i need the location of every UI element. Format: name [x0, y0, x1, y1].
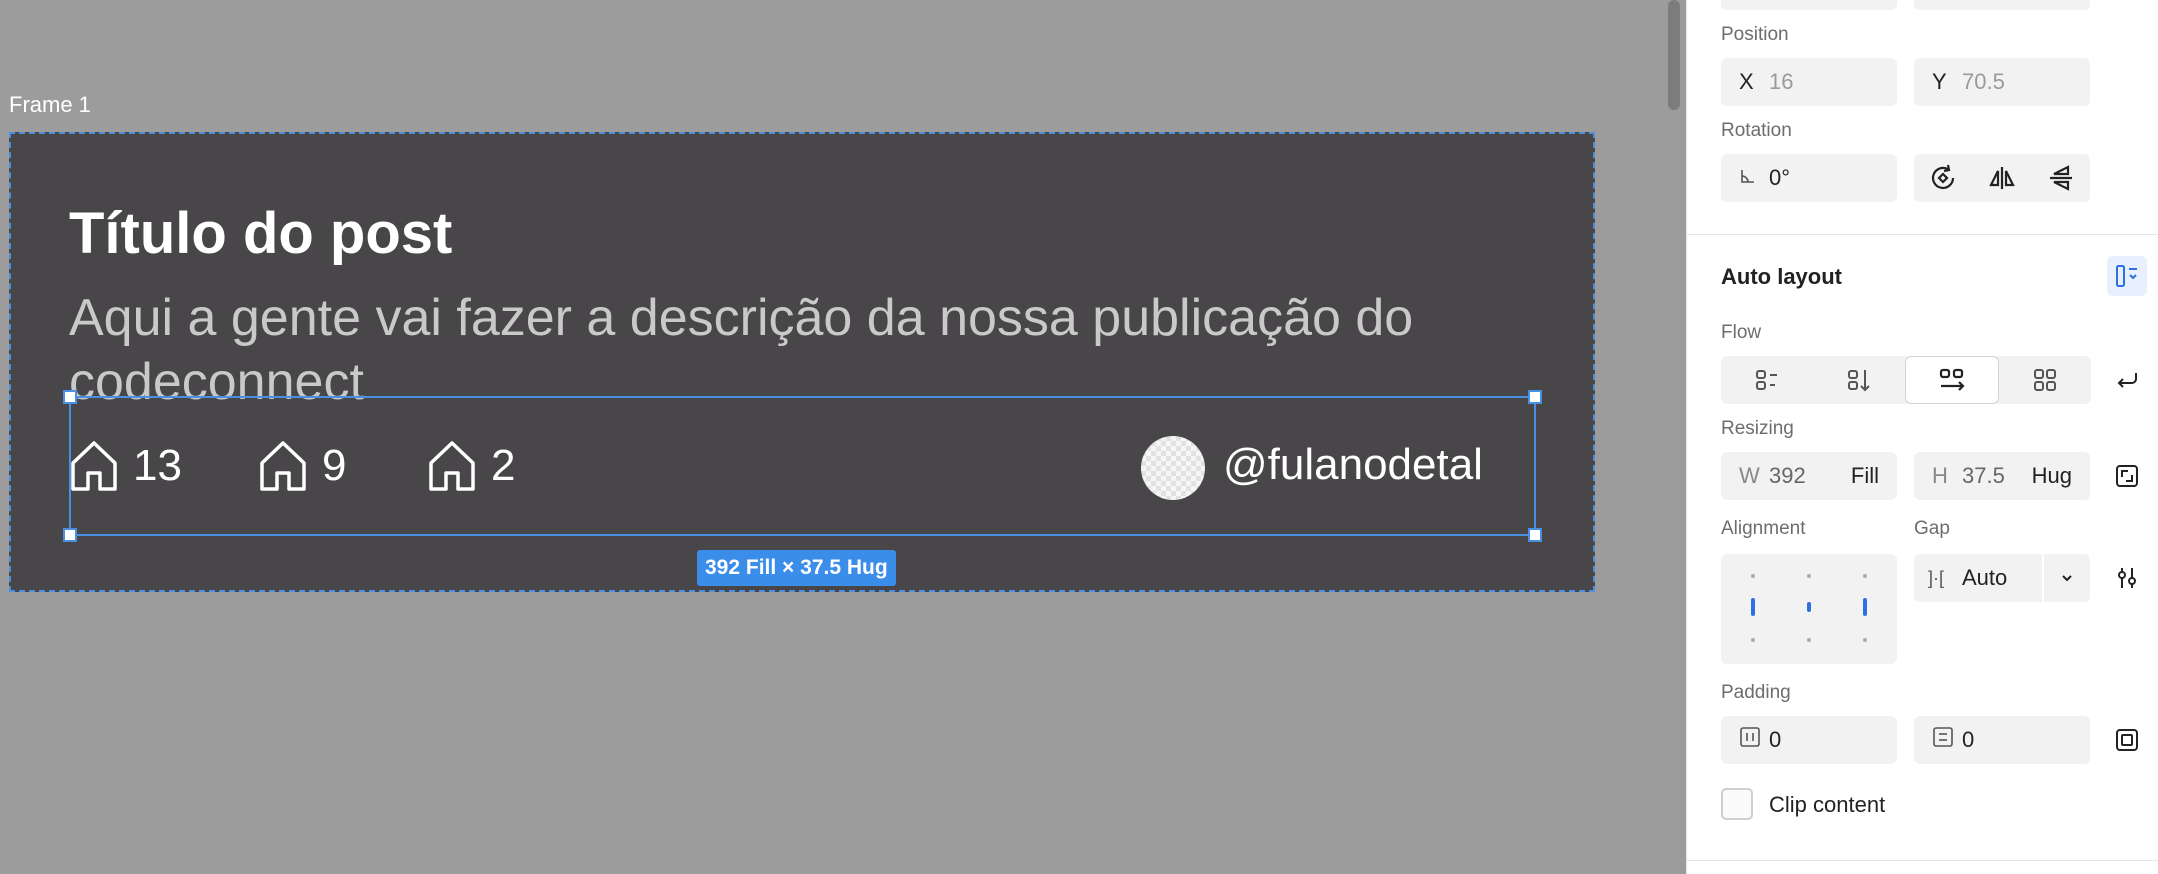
- align-dot[interactable]: [1751, 574, 1755, 578]
- gap-field[interactable]: ]·[ Auto: [1914, 554, 2090, 602]
- align-dot[interactable]: [1807, 574, 1811, 578]
- y-value: 70.5: [1962, 69, 2005, 94]
- align-dot[interactable]: [1863, 638, 1867, 642]
- wrap-arrow-icon: [2117, 373, 2137, 388]
- corner-resize-icon: [2116, 465, 2138, 487]
- gap-value: Auto: [1962, 565, 2008, 590]
- gap-icon: ]·[: [1928, 567, 1944, 588]
- width-value: 392: [1769, 463, 1806, 488]
- align-bar[interactable]: [1863, 598, 1867, 616]
- resize-handle-top-left[interactable]: [63, 390, 77, 404]
- section-divider: [1687, 860, 2158, 861]
- post-title[interactable]: Título do post: [69, 200, 452, 267]
- height-prefix: H: [1932, 463, 1948, 488]
- sliders-icon: [2118, 568, 2136, 588]
- x-value: 16: [1769, 69, 1794, 94]
- canvas-scrollbar[interactable]: [1668, 0, 1680, 110]
- gap-label: Gap: [1914, 518, 1950, 539]
- align-bar[interactable]: [1807, 602, 1811, 612]
- width-prefix: W: [1739, 463, 1760, 488]
- frame-label[interactable]: Frame 1: [9, 92, 91, 118]
- padding-sides-icon: [2116, 729, 2138, 751]
- rotation-value: 0°: [1769, 165, 1791, 190]
- resizing-label: Resizing: [1721, 418, 1794, 439]
- vertical-arrow-icon: [1848, 370, 1870, 392]
- flip-horizontal-button[interactable]: [1973, 154, 2032, 202]
- design-canvas[interactable]: Frame 1 Título do post Aqui a gente vai …: [0, 0, 1686, 874]
- alignment-label: Alignment: [1721, 518, 1806, 539]
- height-field[interactable]: H 37.5 Hug: [1914, 452, 2090, 500]
- section-divider: [1687, 234, 2158, 235]
- horizontal-wrap-icon: [1939, 368, 1965, 391]
- chevron-down-icon: [2062, 575, 2072, 582]
- flip-horizontal-icon: [1989, 167, 2015, 189]
- alignment-settings-button[interactable]: [2107, 558, 2147, 598]
- rotate-icon: [1932, 164, 1955, 190]
- flow-horizontal-option[interactable]: [1905, 356, 1999, 404]
- padding-vertical-field[interactable]: 0: [1914, 716, 2090, 764]
- position-y-field[interactable]: Y 70.5: [1914, 58, 2090, 106]
- rotate-button[interactable]: [1914, 154, 1973, 202]
- padding-horizontal-icon: [1739, 726, 1769, 754]
- flow-down-option[interactable]: [1813, 356, 1905, 404]
- resizing-settings-button[interactable]: [2107, 456, 2147, 496]
- resize-handle-bottom-right[interactable]: [1528, 528, 1542, 542]
- flip-vertical-icon: [2049, 165, 2072, 191]
- align-dot[interactable]: [1751, 638, 1755, 642]
- individual-padding-button[interactable]: [2107, 720, 2147, 760]
- selection-box[interactable]: [63, 390, 1542, 542]
- top-control-stub[interactable]: [1721, 0, 1897, 10]
- resize-handle-bottom-left[interactable]: [63, 528, 77, 542]
- flow-label: Flow: [1721, 322, 1762, 343]
- padding-horizontal-field[interactable]: 0: [1721, 716, 1897, 764]
- flow-options: [1721, 356, 2091, 404]
- auto-layout-icon: [2116, 265, 2137, 287]
- align-bar[interactable]: [1751, 598, 1755, 616]
- align-dot[interactable]: [1863, 574, 1867, 578]
- auto-layout-title: Auto layout: [1721, 264, 1842, 289]
- padding-label: Padding: [1721, 682, 1791, 703]
- width-mode[interactable]: Fill: [1851, 463, 1879, 489]
- y-prefix: Y: [1932, 69, 1947, 94]
- x-prefix: X: [1739, 69, 1754, 94]
- rotation-label: Rotation: [1721, 120, 1792, 141]
- align-dot[interactable]: [1807, 638, 1811, 642]
- height-value: 37.5: [1962, 463, 2005, 488]
- angle-icon: [1739, 165, 1769, 191]
- clip-content-label: Clip content: [1769, 792, 1886, 817]
- gap-dropdown[interactable]: [2042, 554, 2090, 602]
- padding-horizontal-value: 0: [1769, 727, 1782, 752]
- width-field[interactable]: W 392 Fill: [1721, 452, 1897, 500]
- resize-handle-top-right[interactable]: [1528, 390, 1542, 404]
- height-mode[interactable]: Hug: [2032, 463, 2072, 489]
- rotation-field[interactable]: 0°: [1721, 154, 1897, 202]
- clip-content-checkbox[interactable]: [1721, 788, 1753, 820]
- flow-vertical-option[interactable]: [1721, 356, 1813, 404]
- padding-vertical-icon: [1932, 726, 1962, 754]
- selection-size-badge: 392 Fill × 37.5 Hug: [697, 550, 896, 586]
- top-control-stub[interactable]: [1914, 0, 2090, 10]
- position-x-field[interactable]: X 16: [1721, 58, 1897, 106]
- flip-vertical-button[interactable]: [2031, 154, 2090, 202]
- post-description[interactable]: Aqui a gente vai fazer a descrição da no…: [69, 286, 1549, 414]
- rotation-actions: [1914, 154, 2090, 202]
- properties-panel: Position X 16 Y 70.5 Rotation 0° Auto la…: [1686, 0, 2158, 874]
- grid-icon: [2034, 369, 2056, 391]
- vertical-layout-icon: [1756, 370, 1777, 390]
- padding-vertical-value: 0: [1962, 727, 1975, 752]
- position-label: Position: [1721, 24, 1789, 45]
- wrap-button[interactable]: [2107, 360, 2147, 400]
- alignment-grid[interactable]: [1721, 554, 1897, 664]
- auto-layout-toggle-button[interactable]: [2107, 256, 2147, 296]
- flow-grid-option[interactable]: [1999, 356, 2091, 404]
